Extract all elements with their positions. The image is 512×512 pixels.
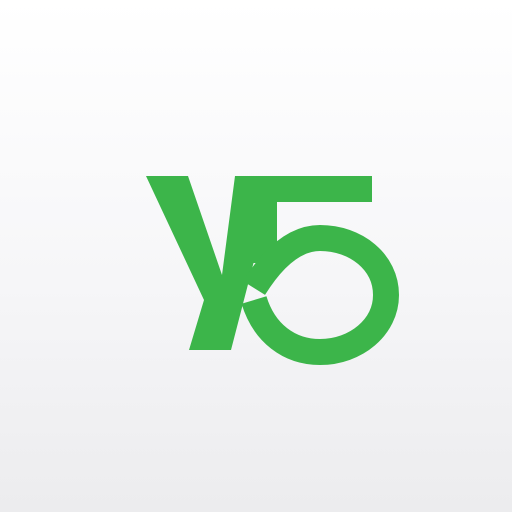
app-icon (0, 0, 512, 512)
y5-logo-icon (146, 176, 399, 365)
logo-digit-5-bowl (241, 225, 399, 365)
